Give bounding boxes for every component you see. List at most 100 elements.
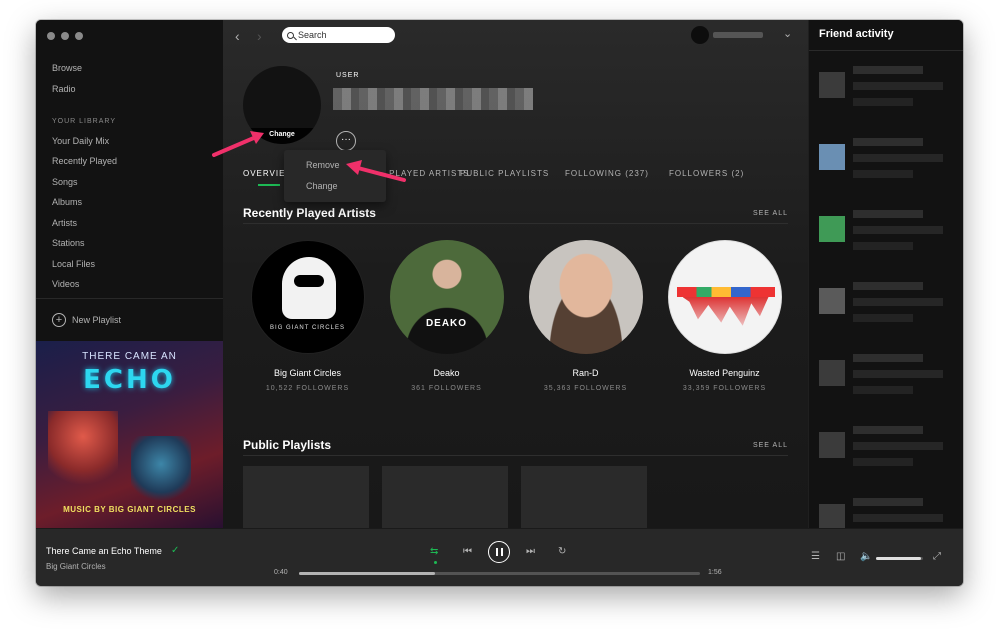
user-menu[interactable] [691, 26, 763, 44]
progress-bar[interactable] [299, 572, 700, 575]
playlist-tile[interactable] [382, 466, 508, 528]
artist-art-drip [682, 297, 769, 326]
duration-time: 1:56 [708, 569, 722, 576]
tab-following[interactable]: FOLLOWING (237) [565, 169, 649, 178]
menu-item-change[interactable]: Change [306, 181, 338, 191]
minimize-window-button[interactable] [61, 32, 69, 40]
artist-image: BIG GIANT CIRCLES [250, 240, 365, 354]
new-playlist-label: New Playlist [72, 315, 122, 325]
sidebar-item-albums[interactable]: Albums [52, 197, 82, 207]
friend-avatar [819, 144, 845, 170]
pause-button[interactable] [488, 541, 510, 563]
search-input[interactable] [298, 30, 388, 40]
artist-card[interactable]: Wasted Penguinz 33,359 FOLLOWERS [666, 240, 783, 392]
recently-played-see-all[interactable]: SEE ALL [753, 210, 788, 217]
window-controls[interactable] [47, 32, 83, 40]
search-box[interactable] [282, 27, 395, 43]
artist-card[interactable]: BIG GIANT CIRCLES Big Giant Circles 10,5… [249, 240, 366, 392]
plus-icon: + [52, 313, 66, 327]
artist-name[interactable]: Wasted Penguinz [666, 368, 783, 378]
volume-fill [876, 557, 921, 560]
more-options-button[interactable]: ··· [336, 131, 356, 151]
public-playlists-see-all[interactable]: SEE ALL [753, 442, 788, 449]
friend-avatar [819, 72, 845, 98]
friend-entry[interactable] [815, 488, 958, 528]
next-icon[interactable]: ⏭ [526, 546, 535, 557]
elapsed-time: 0:40 [274, 569, 288, 576]
sidebar-item-daily-mix[interactable]: Your Daily Mix [52, 136, 109, 146]
artist-card[interactable]: Ran-D 35,363 FOLLOWERS [527, 240, 644, 392]
sidebar-item-songs[interactable]: Songs [52, 177, 78, 187]
volume-icon[interactable]: 🔈 [860, 551, 872, 562]
artist-name[interactable]: Ran-D [527, 368, 644, 378]
check-icon[interactable]: ✓ [171, 545, 179, 556]
tab-public-playlists[interactable]: PUBLIC PLAYLISTS [460, 169, 549, 178]
sidebar-item-artists[interactable]: Artists [52, 218, 77, 228]
change-photo-button[interactable]: Change [243, 128, 321, 144]
friend-entry[interactable] [815, 272, 958, 336]
menu-item-remove[interactable]: Remove [306, 160, 340, 170]
friend-entry[interactable] [815, 128, 958, 192]
artist-art-text: BIG GIANT CIRCLES [270, 325, 345, 331]
search-icon [287, 31, 294, 39]
close-window-button[interactable] [47, 32, 55, 40]
track-artist[interactable]: Big Giant Circles [46, 562, 106, 571]
library-heading: YOUR LIBRARY [52, 118, 116, 125]
track-title[interactable]: There Came an Echo Theme [46, 546, 162, 556]
sidebar-item-radio[interactable]: Radio [52, 84, 76, 94]
profile-image[interactable]: Change [243, 66, 321, 144]
repeat-icon[interactable]: ↻ [558, 546, 566, 557]
volume-slider[interactable] [876, 557, 923, 560]
shuffle-active-dot [434, 561, 437, 564]
sidebar-item-browse[interactable]: Browse [52, 63, 82, 73]
mask-logo [281, 257, 336, 319]
devices-icon[interactable]: ◫ [836, 551, 845, 562]
artist-card[interactable]: DEAKO Deako 361 FOLLOWERS [388, 240, 505, 392]
friend-entry[interactable] [815, 416, 958, 480]
fullscreen-icon[interactable]: ⤢ [933, 551, 941, 562]
friend-entry[interactable] [815, 344, 958, 408]
now-playing-cover-art[interactable]: THERE CAME AN ECHO MUSIC BY BIG GIANT CI… [36, 341, 223, 528]
new-playlist-button[interactable]: + New Playlist [52, 313, 121, 327]
sidebar-item-stations[interactable]: Stations [52, 238, 85, 248]
playlist-tile[interactable] [243, 466, 369, 528]
spotify-window: Browse Radio YOUR LIBRARY Your Daily Mix… [36, 20, 963, 586]
back-arrow-icon[interactable]: ‹ [235, 28, 240, 44]
shuffle-icon[interactable]: ⇆ [430, 546, 438, 557]
artist-followers: 35,363 FOLLOWERS [543, 385, 628, 392]
user-name-blurred [713, 32, 763, 38]
sidebar-item-recently-played[interactable]: Recently Played [52, 156, 117, 166]
forward-arrow-icon[interactable]: › [257, 28, 262, 44]
friend-entry[interactable] [815, 56, 958, 120]
friend-entry[interactable] [815, 200, 958, 264]
tab-followers[interactable]: FOLLOWERS (2) [669, 169, 744, 178]
friend-avatar [819, 360, 845, 386]
artist-name[interactable]: Deako [388, 368, 505, 378]
artist-followers: 33,359 FOLLOWERS [682, 385, 767, 392]
main-content: ‹ › ⌄ Change USER ··· OVERVIEW RECENTLY … [223, 20, 808, 528]
sidebar-item-local-files[interactable]: Local Files [52, 259, 95, 269]
sidebar-item-videos[interactable]: Videos [52, 279, 79, 289]
recently-played-title: Recently Played Artists [243, 206, 376, 220]
friend-avatar [819, 432, 845, 458]
player-bar: There Came an Echo Theme ✓ Big Giant Cir… [36, 528, 963, 586]
zoom-window-button[interactable] [75, 32, 83, 40]
artist-name[interactable]: Big Giant Circles [249, 368, 366, 378]
friend-avatar [819, 288, 845, 314]
queue-icon[interactable]: ☰ [811, 551, 820, 562]
profile-type-label: USER [336, 72, 360, 79]
profile-name-blurred [333, 88, 533, 110]
previous-icon[interactable]: ⏮ [463, 546, 472, 557]
artist-image: DEAKO [389, 240, 504, 354]
playlist-tile[interactable] [521, 466, 647, 528]
context-menu: Remove Change [284, 150, 386, 202]
chevron-down-icon[interactable]: ⌄ [783, 27, 792, 40]
friend-activity-divider [809, 50, 963, 51]
active-tab-indicator [258, 184, 280, 186]
cover-figure-blue [131, 436, 191, 506]
artist-image [667, 240, 782, 354]
progress-fill [299, 572, 436, 575]
sidebar: Browse Radio YOUR LIBRARY Your Daily Mix… [36, 20, 223, 528]
artist-art-skyline [676, 287, 775, 297]
cover-text-bottom: MUSIC BY BIG GIANT CIRCLES [63, 505, 196, 514]
